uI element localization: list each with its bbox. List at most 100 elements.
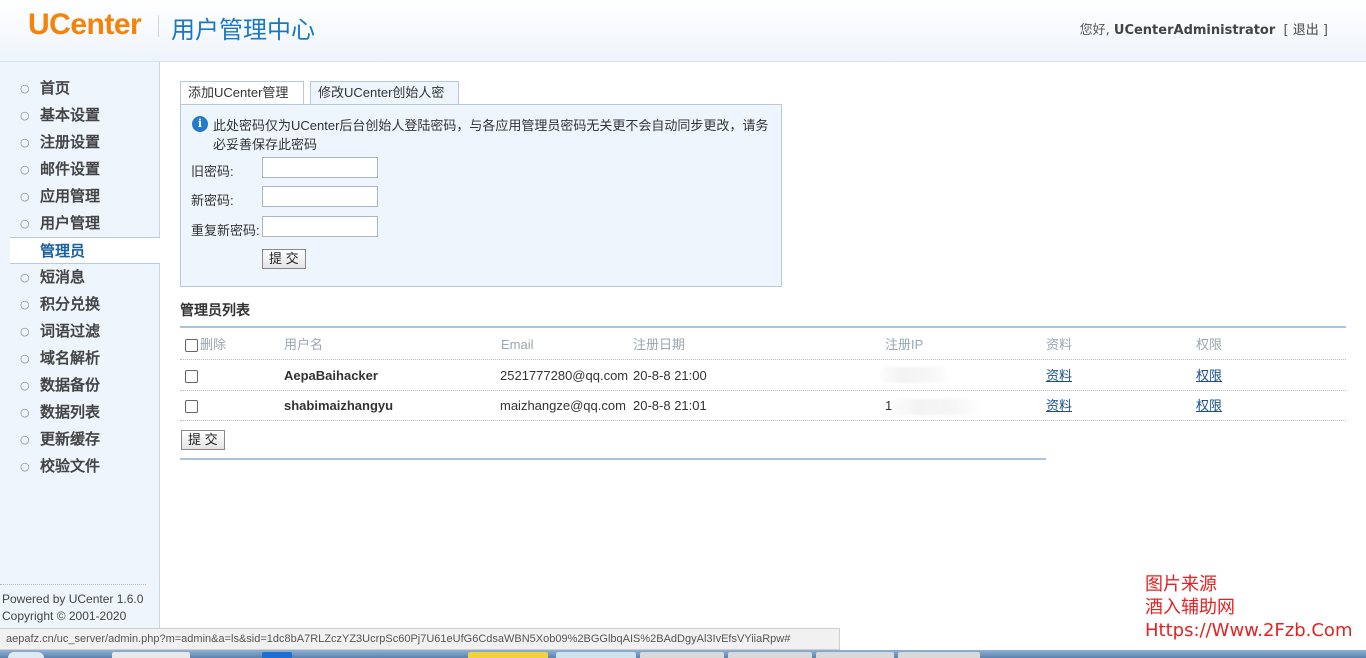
powered-by-text: Powered by UCenter 1.6.0: [2, 592, 144, 606]
row-permission-link[interactable]: 权限: [1196, 391, 1222, 421]
bullet-icon: ○: [20, 298, 30, 311]
sidebar-item-label: 域名解析: [40, 349, 101, 367]
sidebar-nav: ○ 首页 ○ 基本设置 ○ 注册设置 ○ 邮件设置 ○ 应用管理 ○ 用户管理 ○管理员 ○…: [0, 75, 160, 480]
table-row: AepaBaihacker 2521777280@qq.com 20-8-8 2…: [180, 361, 1346, 391]
bullet-icon: ○: [20, 136, 30, 149]
sidebar-item-label: 短消息: [40, 268, 86, 286]
col-username: 用户名: [284, 337, 324, 352]
tab-add-admin[interactable]: 添加UCenter管理员: [180, 81, 304, 122]
sidebar-item-data-backup[interactable]: ○ 数据备份: [0, 372, 160, 399]
sidebar-item-label: 首页: [40, 79, 71, 97]
password-form-panel: i 此处密码仅为UCenter后台创始人登陆密码，与各应用管理员密码无关更不会自…: [180, 104, 782, 287]
old-password-input[interactable]: [262, 157, 378, 178]
table-header-row: 删除 用户名 Email 注册日期 注册IP 资料 权限: [180, 330, 1346, 360]
col-regdate: 注册日期: [633, 337, 686, 352]
sidebar-item-label: 更新缓存: [40, 430, 101, 448]
sidebar-item-update-cache[interactable]: ○ 更新缓存: [0, 426, 160, 453]
logo-divider: [158, 15, 159, 37]
sidebar-item-label: 用户管理: [40, 214, 101, 232]
sidebar-footer-divider: [0, 584, 146, 585]
repeat-password-input[interactable]: [262, 216, 378, 237]
header: UCenter 用户管理中心 您好, UCenterAdministrator …: [0, 0, 1366, 62]
table-row: shabimaizhangyu maizhangze@qq.com 20-8-8…: [180, 391, 1346, 421]
sidebar: ○ 首页 ○ 基本设置 ○ 注册设置 ○ 邮件设置 ○ 应用管理 ○ 用户管理 ○管理员 ○…: [0, 62, 160, 628]
sidebar-item-label: 邮件设置: [40, 160, 101, 178]
password-notice: 此处密码仅为UCenter后台创始人登陆密码，与各应用管理员密码无关更不会自动同…: [213, 118, 769, 152]
bullet-icon: ○: [20, 163, 30, 176]
sidebar-item-label: 应用管理: [40, 187, 101, 205]
col-delete: 删除: [200, 337, 227, 352]
bullet-icon: ○: [20, 433, 30, 446]
sidebar-item-domain-resolve[interactable]: ○ 域名解析: [0, 345, 160, 372]
start-button[interactable]: [8, 652, 44, 658]
sidebar-item-messages[interactable]: ○ 短消息: [0, 264, 160, 291]
watermark-line-3: Https://Www.2Fzb.Com: [1145, 620, 1353, 641]
username: UCenterAdministrator: [1113, 23, 1276, 38]
old-password-label: 旧密码:: [191, 164, 234, 179]
taskbar-item[interactable]: [468, 652, 548, 658]
bullet-icon: ○: [20, 217, 30, 230]
taskbar-item[interactable]: [728, 652, 812, 658]
row-permission-link[interactable]: 权限: [1196, 361, 1222, 391]
row-regdate: 20-8-8 21:01: [633, 398, 707, 413]
copyright-text: Copyright © 2001-2020: [2, 609, 127, 623]
sidebar-item-word-filter[interactable]: ○ 词语过滤: [0, 318, 160, 345]
sidebar-item-label: 数据备份: [40, 376, 101, 394]
ip-redaction: [892, 399, 982, 415]
row-email: 2521777280@qq.com: [500, 368, 629, 383]
admin-list-title: 管理员列表: [180, 303, 250, 319]
select-all-checkbox[interactable]: [185, 339, 198, 352]
row-profile-link[interactable]: 资料: [1046, 361, 1072, 391]
sidebar-item-app-management[interactable]: ○ 应用管理: [0, 183, 160, 210]
sidebar-item-register-settings[interactable]: ○ 注册设置: [0, 129, 160, 156]
sidebar-item-basic-settings[interactable]: ○ 基本设置: [0, 102, 160, 129]
col-regip: 注册IP: [885, 337, 924, 352]
logout-bracket-open: [: [1283, 23, 1289, 38]
sidebar-footer: Powered by UCenter 1.6.0 Copyright © 200…: [2, 591, 143, 625]
watermark: 图片来源 酒入辅助网 Https://Www.2Fzb.Com: [1145, 573, 1352, 642]
bullet-icon: ○: [20, 271, 30, 284]
row-email: maizhangze@qq.com: [500, 398, 626, 413]
row-regdate: 20-8-8 21:00: [633, 368, 707, 383]
sidebar-item-data-list[interactable]: ○ 数据列表: [0, 399, 160, 426]
ucenter-logo: UCenter: [28, 8, 142, 41]
bullet-icon: ○: [20, 82, 30, 95]
sidebar-item-admins[interactable]: ○管理员: [10, 237, 160, 264]
sidebar-item-label: 词语过滤: [40, 322, 101, 340]
logout-link[interactable]: 退出: [1293, 23, 1319, 38]
row-checkbox[interactable]: [185, 370, 198, 383]
bullet-icon: ○: [20, 325, 30, 338]
new-password-input[interactable]: [262, 186, 378, 207]
row-checkbox[interactable]: [185, 400, 198, 413]
bullet-icon: ○: [20, 352, 30, 365]
sidebar-item-label: 基本设置: [40, 106, 101, 124]
taskbar-item[interactable]: [640, 652, 724, 658]
row-username: AepaBaihacker: [284, 368, 378, 383]
bullet-icon: ○: [20, 190, 30, 203]
taskbar-item[interactable]: [112, 652, 190, 658]
taskbar-item[interactable]: [898, 652, 980, 658]
table-bottom-rule: [180, 458, 1046, 460]
admin-list-submit-button[interactable]: 提 交: [181, 430, 225, 450]
tab-change-founder-password[interactable]: 修改UCenter创始人密码: [310, 81, 459, 122]
user-bar: 您好, UCenterAdministrator [ 退出 ]: [1080, 19, 1328, 38]
sidebar-item-label: 注册设置: [40, 133, 101, 151]
taskbar-item[interactable]: [262, 652, 292, 658]
sidebar-item-user-management[interactable]: ○ 用户管理: [0, 210, 160, 237]
info-icon: i: [192, 116, 208, 132]
sidebar-item-label: 校验文件: [40, 457, 101, 475]
sidebar-item-mail-settings[interactable]: ○ 邮件设置: [0, 156, 160, 183]
taskbar-item[interactable]: [556, 652, 636, 658]
password-submit-button[interactable]: 提 交: [262, 249, 306, 269]
bullet-icon: ○: [20, 109, 30, 122]
sidebar-item-verify-files[interactable]: ○ 校验文件: [0, 453, 160, 480]
new-password-label: 新密码:: [191, 193, 234, 208]
sidebar-item-home[interactable]: ○ 首页: [0, 75, 160, 102]
row-profile-link[interactable]: 资料: [1046, 391, 1072, 421]
taskbar-item[interactable]: [816, 652, 894, 658]
table-top-rule: [180, 326, 1346, 328]
repeat-password-label: 重复新密码:: [191, 223, 260, 238]
watermark-line-2: 酒入辅助网: [1145, 597, 1235, 618]
bullet-icon: ○: [20, 460, 30, 473]
sidebar-item-credit-exchange[interactable]: ○ 积分兑换: [0, 291, 160, 318]
